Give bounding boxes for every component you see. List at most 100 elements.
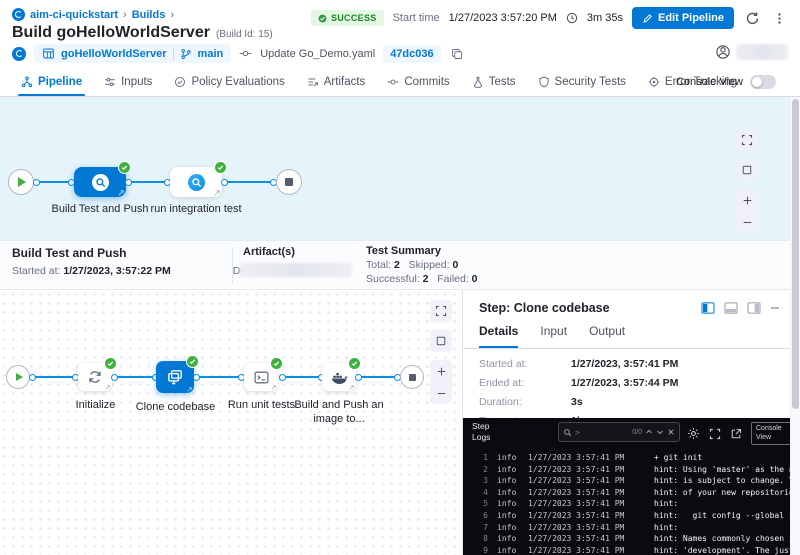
search-prev-icon[interactable] bbox=[645, 428, 653, 436]
tab-artifacts[interactable]: Artifacts bbox=[296, 67, 377, 96]
success-check-icon bbox=[214, 161, 227, 174]
pipeline-start-node[interactable] bbox=[8, 169, 34, 195]
breadcrumb: aim-ci-quickstart Builds bbox=[12, 8, 174, 21]
pipeline-end-node[interactable] bbox=[276, 169, 302, 195]
stage-label[interactable]: Build Test and Push bbox=[50, 202, 150, 216]
stage-canvas-controls bbox=[736, 129, 758, 233]
fit-to-view-icon[interactable] bbox=[736, 159, 758, 181]
log-line: 1info1/27/2023 3:57:41 PM+ git init bbox=[463, 452, 790, 464]
terminal-icon bbox=[253, 369, 270, 386]
pipeline-icon bbox=[21, 76, 33, 88]
expand-step-icon bbox=[271, 385, 276, 390]
step-started-at: 1/27/2023, 3:57:41 PM bbox=[571, 358, 678, 370]
user-name-redacted bbox=[736, 44, 788, 60]
stop-icon bbox=[285, 178, 293, 186]
step-node-build-and-push-image[interactable] bbox=[322, 363, 356, 391]
log-search-box: 0/0 bbox=[558, 422, 680, 442]
log-fullscreen-icon[interactable] bbox=[709, 428, 721, 440]
edit-pipeline-button[interactable]: Edit Pipeline bbox=[632, 7, 734, 29]
tab-commits[interactable]: Commits bbox=[376, 67, 460, 96]
step-logs-panel: Step Logs 0/0 Console View bbox=[463, 418, 790, 555]
fullscreen-icon[interactable] bbox=[430, 300, 452, 322]
stage-node-run-integration-test[interactable] bbox=[170, 167, 222, 197]
tab-pipeline[interactable]: Pipeline bbox=[10, 67, 93, 96]
log-body[interactable]: 1info1/27/2023 3:57:41 PM+ git init 2inf… bbox=[463, 448, 790, 555]
git-branch-icon bbox=[180, 48, 192, 60]
layout-right-icon[interactable] bbox=[747, 302, 761, 314]
layout-bottom-icon[interactable] bbox=[724, 302, 738, 314]
tab-inputs[interactable]: Inputs bbox=[93, 67, 163, 96]
step-ended-at: 1/27/2023, 3:57:44 PM bbox=[571, 377, 678, 389]
zoom-in-button[interactable] bbox=[736, 189, 758, 211]
pencil-icon bbox=[642, 13, 653, 24]
search-icon bbox=[563, 428, 572, 437]
copy-icon bbox=[451, 48, 463, 60]
zoom-out-button[interactable] bbox=[430, 382, 452, 404]
breadcrumb-project-link[interactable]: aim-ci-quickstart bbox=[30, 9, 118, 21]
steps-start-node[interactable] bbox=[6, 365, 30, 389]
log-search-input[interactable] bbox=[575, 428, 629, 437]
detail-row: Started at:1/27/2023, 3:57:41 PM bbox=[479, 358, 778, 370]
zoom-in-button[interactable] bbox=[430, 360, 452, 382]
commits-icon bbox=[387, 76, 399, 88]
log-settings-gear-icon[interactable] bbox=[687, 427, 700, 440]
search-match-counter: 0/0 bbox=[632, 429, 642, 436]
search-next-icon[interactable] bbox=[656, 428, 664, 436]
copy-sha-button[interactable] bbox=[449, 46, 465, 62]
step-label[interactable]: Clone codebase bbox=[128, 400, 223, 414]
step-node-run-unit-tests[interactable] bbox=[244, 363, 278, 391]
pill-divider bbox=[173, 48, 174, 60]
artifact-link-redacted[interactable] bbox=[240, 263, 352, 277]
tab-tests[interactable]: Tests bbox=[461, 67, 527, 96]
commit-icon bbox=[239, 47, 252, 60]
open-in-new-window-icon[interactable] bbox=[730, 428, 742, 440]
search-close-icon[interactable] bbox=[667, 428, 675, 436]
fit-to-view-icon[interactable] bbox=[430, 330, 452, 352]
step-node-initialize[interactable] bbox=[78, 363, 112, 391]
scrollbar-thumb[interactable] bbox=[792, 99, 799, 409]
tab-policy-evaluations[interactable]: Policy Evaluations bbox=[163, 67, 295, 96]
zoom-out-button[interactable] bbox=[736, 211, 758, 233]
success-check-icon bbox=[186, 355, 199, 368]
commit-sha-link[interactable]: 47dc036 bbox=[383, 45, 440, 63]
check-circle-icon bbox=[318, 14, 327, 23]
tab-output[interactable]: Output bbox=[589, 324, 625, 348]
tests-skipped: 0 bbox=[452, 259, 458, 271]
build-status-cluster: SUCCESS Start time 1/27/2023 3:57:20 PM … bbox=[311, 7, 788, 29]
clock-icon bbox=[566, 12, 578, 24]
console-view-toggle[interactable] bbox=[750, 75, 776, 89]
refresh-button[interactable] bbox=[743, 9, 762, 28]
breadcrumb-builds-link[interactable]: Builds bbox=[132, 9, 166, 21]
log-line: 8info1/27/2023 3:57:41 PMhint: Names com… bbox=[463, 533, 790, 545]
stage-label[interactable]: run integration test bbox=[146, 202, 246, 216]
stage-node-build-test-and-push[interactable] bbox=[74, 167, 126, 197]
fullscreen-icon[interactable] bbox=[736, 129, 758, 151]
tab-input[interactable]: Input bbox=[540, 324, 567, 348]
log-actions: Console View bbox=[687, 422, 790, 445]
steps-end-node[interactable] bbox=[400, 365, 424, 389]
repo-name-link[interactable]: goHelloWorldServer bbox=[61, 48, 167, 60]
more-options-button[interactable] bbox=[771, 10, 788, 27]
layout-left-icon[interactable] bbox=[701, 302, 715, 314]
console-view-button[interactable]: Console View bbox=[751, 422, 790, 445]
test-summary-title: Test Summary bbox=[366, 244, 478, 258]
stage-graph-canvas: Build Test and Push run integration test bbox=[0, 97, 790, 240]
step-logs-title: Step Logs bbox=[472, 421, 506, 442]
step-node-clone-codebase[interactable] bbox=[156, 361, 194, 393]
build-page: aim-ci-quickstart Builds SUCCESS Start t… bbox=[0, 0, 800, 555]
graph-connector bbox=[224, 181, 274, 183]
expand-stage-icon bbox=[214, 190, 220, 196]
tests-successful: 2 bbox=[423, 273, 429, 285]
execution-detail-split: Initialize Clone codebase Run unit tests… bbox=[0, 290, 800, 555]
tab-details[interactable]: Details bbox=[479, 324, 518, 348]
zoom-controls bbox=[430, 360, 452, 404]
step-label[interactable]: Build and Push an image to... bbox=[293, 398, 385, 426]
tab-security-tests[interactable]: Security Tests bbox=[527, 67, 637, 96]
step-panel-title: Step: Clone codebase bbox=[479, 301, 610, 315]
log-header: Step Logs 0/0 Console View bbox=[463, 418, 790, 446]
user-icon[interactable] bbox=[716, 45, 730, 59]
minimize-panel-icon[interactable] bbox=[770, 303, 780, 313]
expand-stage-icon bbox=[118, 190, 124, 196]
branch-name-link[interactable]: main bbox=[198, 48, 224, 60]
detail-row: Duration:3s bbox=[479, 396, 778, 408]
